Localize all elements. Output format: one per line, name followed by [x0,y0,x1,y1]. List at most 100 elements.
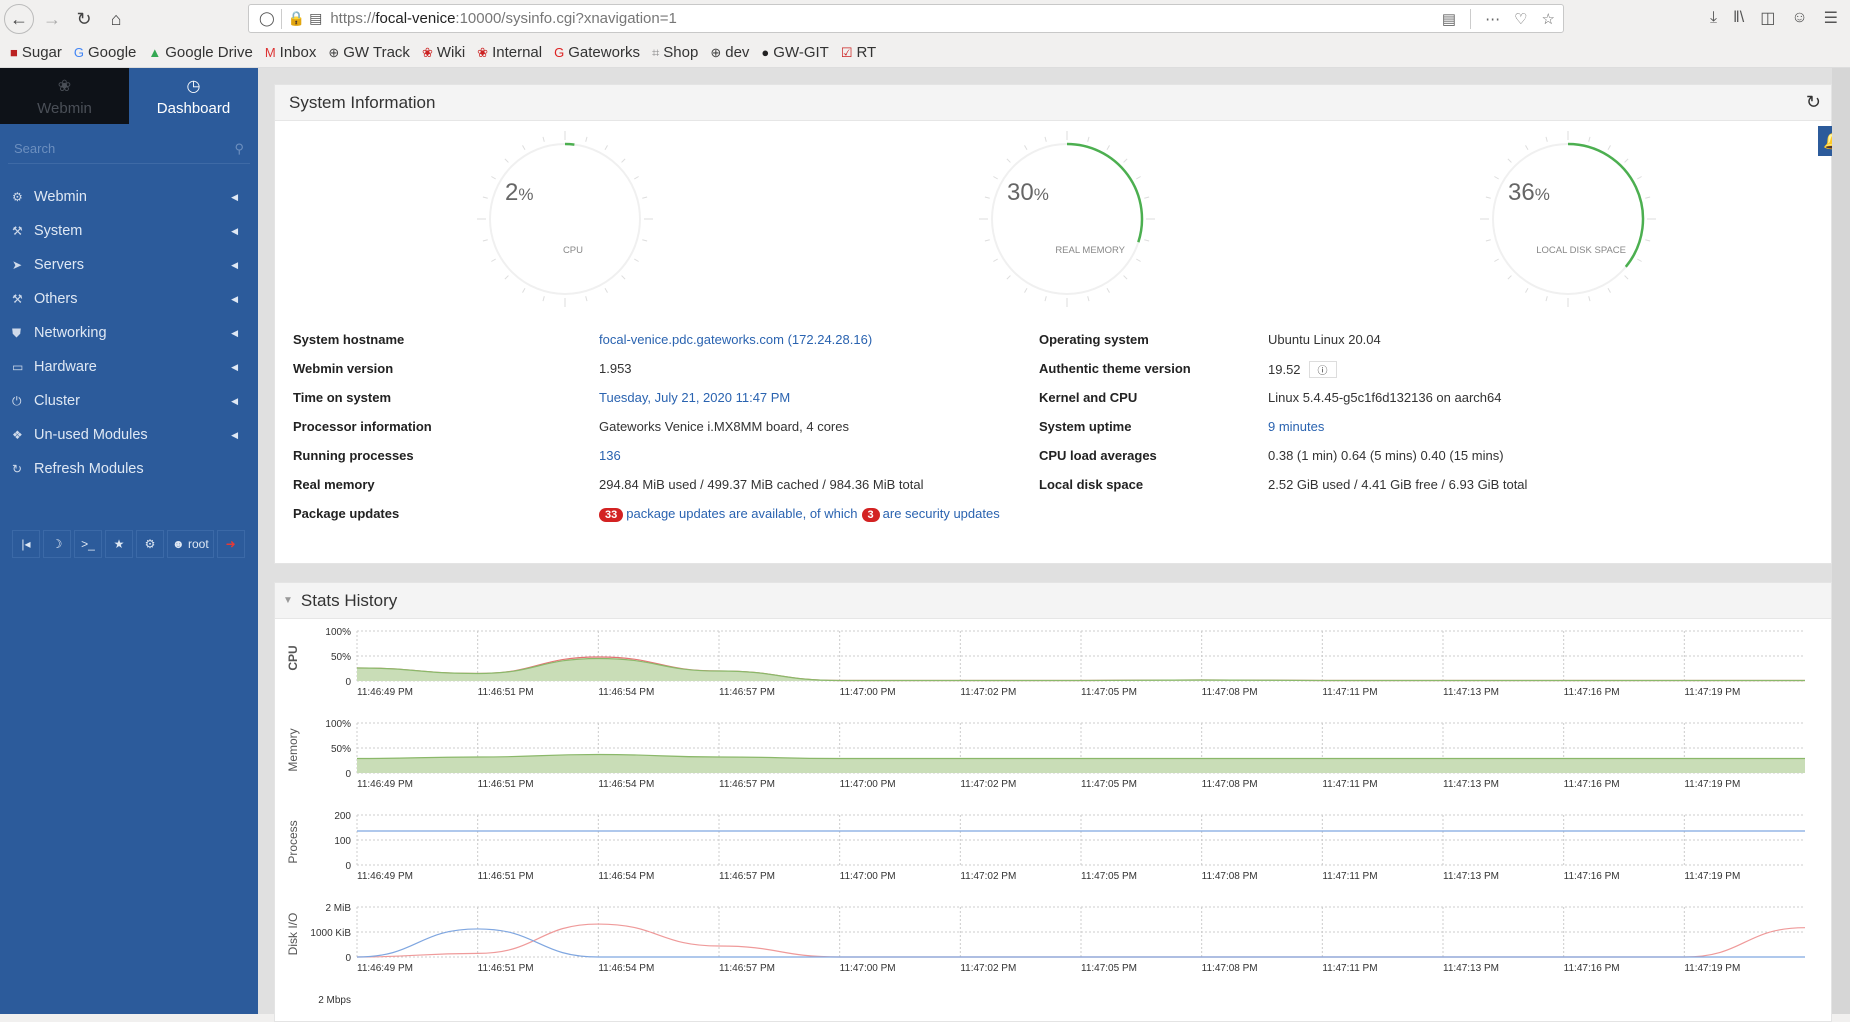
updates-text: package updates are available, of which [626,506,858,521]
bookmarks-bar: ■ Sugar G Google ▲ Google Drive M Inbox ⊕ GW Trac… [0,38,1850,68]
sidebar-item-system[interactable]: ⚒ System ◀ [0,214,258,248]
lock-warning-icon[interactable]: 🔒 [288,10,305,27]
gauge-percent: 30% [1007,179,1049,206]
sidebar-item-hardware[interactable]: ▭ Hardware ◀ [0,350,258,384]
bookmark-inbox[interactable]: M Inbox [265,44,317,61]
permissions-icon[interactable]: ▤ [309,10,322,27]
gauge-tick [1044,136,1047,142]
gauge-tick [1144,239,1150,242]
reload-button[interactable]: ↻ [70,5,98,33]
bookmark-gw-git[interactable]: ● GW-GIT [761,44,828,61]
gauge-percent: 2% [505,179,534,206]
bookmark-star-icon[interactable]: ☆ [1542,10,1555,28]
info-value[interactable]: Tuesday, July 21, 2020 11:47 PM [599,390,790,405]
sidebar-item-servers[interactable]: ➤ Servers ◀ [0,248,258,282]
sidebar-item-cluster[interactable]: ⏻ Cluster ◀ [0,384,258,418]
bookmark-google[interactable]: G Google [74,44,137,61]
shield-icon[interactable]: ◯ [259,10,275,27]
url-bar[interactable]: ◯ 🔒 ▤ https://focal-venice:10000/sysinfo… [248,4,1564,33]
scrollbar[interactable] [1832,68,1850,1014]
info-value[interactable]: focal-venice.pdc.gateworks.com (172.24.2… [599,332,872,347]
rocket-icon: ➤ [12,258,23,272]
sidebar-item-refresh-modules[interactable]: ↻ Refresh Modules [0,452,258,486]
info-value[interactable]: 136 [599,448,621,463]
x-tick-label: 11:46:57 PM [719,963,775,974]
tab-webmin[interactable]: ❀ Webmin [0,68,129,124]
logout-button[interactable]: ➜ [216,530,245,558]
downloads-icon[interactable]: ⤓ [1710,9,1717,27]
gauge-tick [1044,296,1047,302]
refresh-icon[interactable]: ↻ [1806,92,1821,113]
home-button[interactable]: ⌂ [102,5,130,33]
pocket-icon[interactable]: ♡ [1514,10,1527,28]
gauge-track [489,143,641,295]
reader-view-icon[interactable]: ▤ [1442,10,1456,28]
x-tick-label: 11:46:54 PM [598,871,654,882]
back-button[interactable]: ← [4,4,34,34]
info-label: Processor information [293,419,432,434]
x-tick-label: 11:47:13 PM [1443,779,1499,790]
webmin-logo-icon: ❀ [57,77,72,95]
gauge-tick [1645,239,1651,242]
sidebar-item-un-used-modules[interactable]: ❖ Un-used Modules ◀ [0,418,258,452]
bookmark-shop[interactable]: ⌗ Shop [652,44,698,61]
gauge-tick [1624,158,1629,163]
x-tick-label: 11:47:00 PM [840,687,896,698]
terminal-icon: >_ [81,537,95,551]
url-text[interactable]: https://focal-venice:10000/sysinfo.cgi?x… [330,10,676,27]
bookmark-gateworks[interactable]: G Gateworks [554,44,640,61]
sidebar-item-networking[interactable]: ⛊ Networking ◀ [0,316,258,350]
library-icon[interactable]: ‖\ [1733,9,1744,27]
bookmark-sugar[interactable]: ■ Sugar [10,44,62,61]
stats-history-toggle[interactable]: ▼ Stats History [275,583,1831,619]
forward-button[interactable]: → [38,5,66,33]
favorites-button[interactable]: ★ [105,530,133,558]
gauge-tick [634,176,639,180]
night-mode-button[interactable]: ☽ [43,530,71,558]
chart-memory: Memory 100% 50% 0 11:46:49 PM 11:46:51 PM 11:4… [286,719,1805,790]
info-value: 2.52 GiB used / 4.41 GiB free / 6.93 GiB… [1268,477,1528,492]
menu-icon[interactable]: ☰ [1824,8,1838,28]
gauge-tick [604,145,608,150]
wrench-icon: ⚒ [12,224,23,238]
bookmark-dev[interactable]: ⊕ dev [710,44,749,61]
x-tick-label: 11:47:19 PM [1684,963,1740,974]
account-icon[interactable]: ☺ [1791,9,1807,27]
bookmark-internal[interactable]: ❀ Internal [477,44,542,61]
x-tick-label: 11:47:02 PM [960,687,1016,698]
sidebar-item-others[interactable]: ⚒ Others ◀ [0,282,258,316]
bookmark-rt[interactable]: ☑ RT [841,44,876,61]
search-icon[interactable]: ⚲ [234,141,244,157]
x-tick-label: 11:46:57 PM [719,687,775,698]
theme-info-button[interactable]: ⓘ [1308,361,1337,378]
theme-settings-button[interactable]: ⚙ [136,530,164,558]
info-value[interactable]: 9 minutes [1268,419,1324,434]
bookmark-wiki[interactable]: ❀ Wiki [422,44,465,61]
gauge-tick [585,296,588,302]
user-button[interactable]: ☻ root [167,530,214,558]
shield-icon: ⛊ [12,325,22,340]
sidebar-item-webmin[interactable]: ⚙ Webmin ◀ [0,180,258,214]
package-updates-link[interactable]: 33 package updates are available, of whic… [599,506,1004,522]
bookmark-gw-track[interactable]: ⊕ GW Track [328,44,410,61]
terminal-button[interactable]: >_ [74,530,102,558]
security-count-badge: 3 [861,508,880,522]
info-value: 0.38 (1 min) 0.64 (5 mins) 0.40 (15 mins… [1268,448,1504,463]
x-tick-label: 11:46:51 PM [478,871,534,882]
series-area-memory [357,754,1805,773]
gauge-label: CPU [562,245,583,256]
gauge-tick [642,239,648,242]
tab-dashboard[interactable]: ◷ Dashboard [129,68,258,124]
gauge-value-arc [564,142,575,146]
sidebar-toggle-icon[interactable]: ◫ [1760,8,1775,28]
more-actions-icon[interactable]: ⋯ [1485,10,1500,28]
gauge-label: REAL MEMORY [1055,245,1125,256]
bookmark-google-drive[interactable]: ▲ Google Drive [148,44,252,61]
sidebar-search-input[interactable]: Search ⚲ [8,134,250,164]
x-tick-label: 11:47:08 PM [1202,779,1258,790]
gateworks-icon: G [554,45,565,60]
gauge-tick [1106,288,1110,293]
x-tick-label: 11:46:54 PM [598,779,654,790]
collapse-sidebar-button[interactable]: |◂ [12,530,40,558]
info-label: Local disk space [1039,477,1144,492]
